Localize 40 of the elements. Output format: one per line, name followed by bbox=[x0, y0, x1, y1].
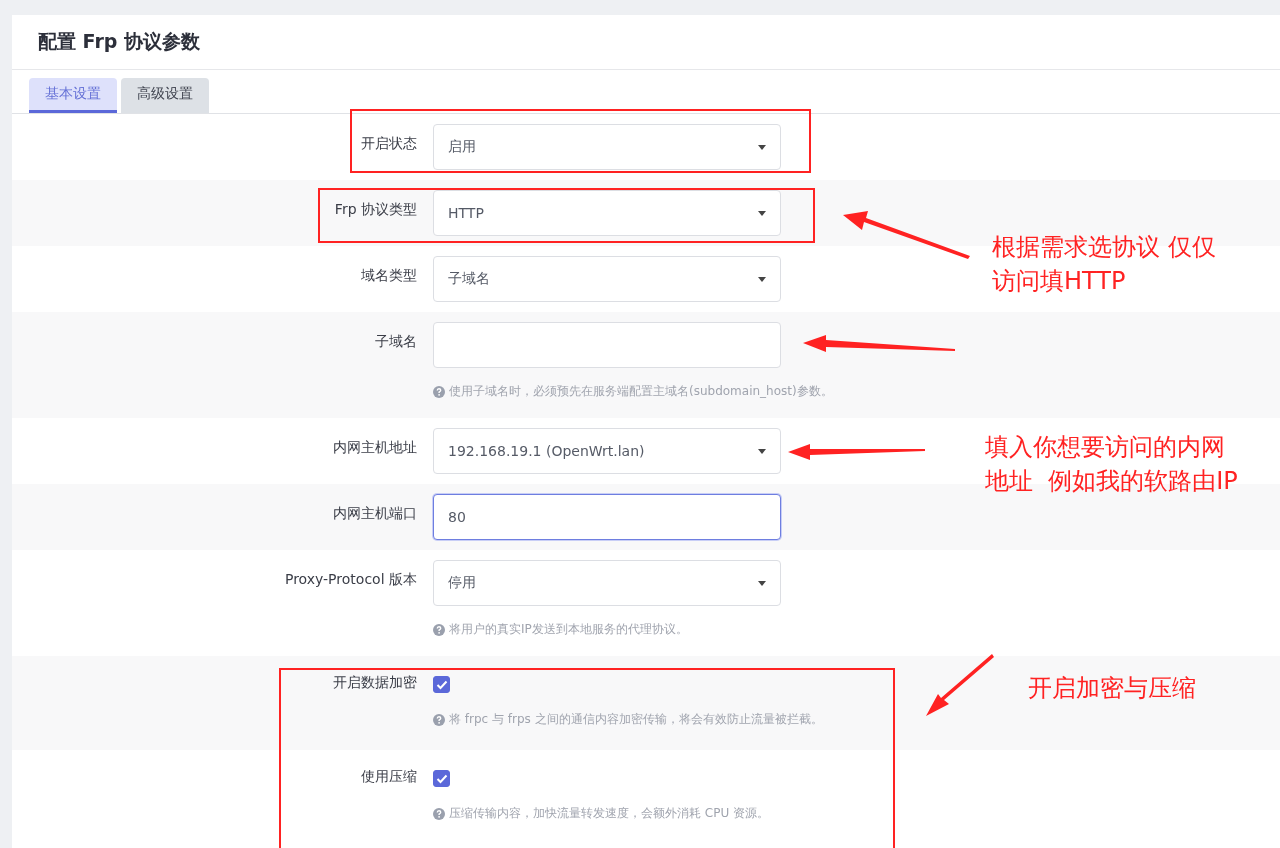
field-label: 子域名 bbox=[374, 332, 417, 351]
dropdown[interactable]: HTTP bbox=[433, 190, 781, 236]
dropdown[interactable]: 启用 bbox=[433, 124, 781, 170]
dropdown[interactable]: 192.168.19.1 (OpenWrt.lan) bbox=[433, 428, 781, 474]
field-label: 使用压缩 bbox=[360, 768, 417, 786]
help-icon bbox=[433, 807, 445, 820]
arrow bbox=[926, 654, 994, 716]
field-label: 内网主机端口 bbox=[332, 504, 417, 523]
caret-icon bbox=[758, 144, 766, 150]
annotation-text: 开启加密与压缩 bbox=[1028, 673, 1196, 704]
tab[interactable]: 基本设置 bbox=[29, 78, 117, 113]
field-label: 开启数据加密 bbox=[332, 674, 417, 692]
tab[interactable]: 高级设置 bbox=[121, 78, 209, 113]
field-label: Proxy-Protocol 版本 bbox=[283, 570, 417, 589]
checkbox[interactable] bbox=[433, 770, 450, 787]
annotation-text: 填入你想要访问的内网 bbox=[985, 432, 1225, 463]
help-icon bbox=[433, 385, 445, 398]
hint-text: 将 frpc 与 frps 之间的通信内容加密传输，将会有效防止流量被拦截。 bbox=[449, 711, 823, 728]
checkbox[interactable] bbox=[433, 676, 450, 693]
annotation-text: 访问填HTTP bbox=[992, 266, 1126, 297]
help-icon bbox=[433, 713, 445, 726]
field-label: 开启状态 bbox=[360, 134, 417, 153]
dropdown[interactable]: 停用 bbox=[433, 560, 781, 606]
page-title: 配置 Frp 协议参数 bbox=[12, 15, 1280, 70]
dropdown[interactable]: 子域名 bbox=[433, 256, 781, 302]
caret-icon bbox=[758, 580, 766, 586]
annotation-text: 根据需求选协议 仅仅 bbox=[992, 232, 1216, 263]
caret-icon bbox=[758, 276, 766, 282]
hint-text: 压缩传输内容，加快流量转发速度，会额外消耗 CPU 资源。 bbox=[449, 805, 770, 822]
annotation-text: 地址 例如我的软路由IP bbox=[985, 466, 1238, 497]
field-label: Frp 协议类型 bbox=[333, 200, 417, 219]
input-field[interactable] bbox=[433, 322, 781, 368]
caret-icon bbox=[758, 448, 766, 454]
help-icon bbox=[433, 623, 445, 636]
hint-text: 使用子域名时，必须预先在服务端配置主域名(subdomain_host)参数。 bbox=[449, 383, 833, 400]
field-label: 内网主机地址 bbox=[332, 438, 417, 457]
caret-icon bbox=[758, 210, 766, 216]
hint-text: 将用户的真实IP发送到本地服务的代理协议。 bbox=[449, 621, 688, 638]
input-field[interactable]: 80 bbox=[433, 494, 781, 540]
field-label: 域名类型 bbox=[360, 266, 417, 285]
